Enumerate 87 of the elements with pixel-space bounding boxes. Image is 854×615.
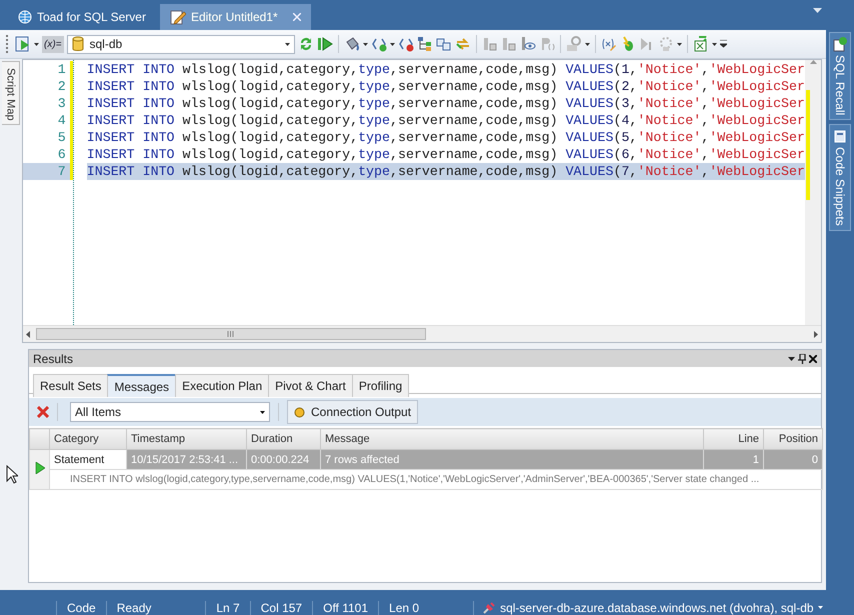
script-map-tab[interactable]: Script Map bbox=[2, 61, 20, 125]
overflow-icon[interactable] bbox=[720, 40, 726, 48]
left-arrow-icon[interactable] bbox=[26, 330, 30, 338]
database-icon bbox=[72, 36, 84, 52]
up-arrow-icon[interactable] bbox=[810, 60, 816, 64]
caret-icon[interactable] bbox=[584, 42, 590, 46]
line-number: 3 bbox=[56, 95, 67, 112]
caret-icon[interactable] bbox=[788, 356, 795, 360]
panel-title: Results bbox=[33, 352, 74, 366]
line-number: 4 bbox=[56, 112, 67, 129]
column-header[interactable]: Position bbox=[764, 428, 822, 450]
results-tab[interactable]: Pivot & Chart bbox=[268, 374, 353, 397]
variable-pencil-icon[interactable] bbox=[600, 36, 616, 52]
side-panel-tab[interactable]: SQL Recall bbox=[829, 32, 851, 120]
status-text: Len 0 bbox=[378, 600, 430, 614]
play-document-icon[interactable] bbox=[15, 36, 31, 52]
mouse-cursor-icon bbox=[6, 465, 18, 484]
line-number: 1 bbox=[56, 61, 67, 78]
pin-icon[interactable] bbox=[798, 354, 806, 364]
statement-text: INSERT INTO wlslog(logid,category,type,servername,code,msg) VALUES(1,'Notice','WebLogicServer','AdminServer','BEA-000365','Server state changed ... bbox=[50, 470, 822, 490]
results-tab[interactable]: Messages bbox=[107, 374, 176, 397]
brackets-minus-icon[interactable] bbox=[398, 36, 414, 52]
connection-select[interactable]: sql-db bbox=[66, 34, 294, 54]
code-line: INSERT INTO wlslog(logid,category,type,servername,code,msg) VALUES(1,'Notice','WebLogicSer bbox=[86, 61, 805, 78]
results-tab[interactable]: Profiling bbox=[352, 374, 410, 397]
close-icon[interactable] bbox=[809, 354, 817, 362]
right-arrow-icon[interactable] bbox=[814, 330, 818, 338]
circle-icon bbox=[294, 406, 305, 418]
play-icon[interactable] bbox=[34, 462, 44, 474]
caret-icon[interactable] bbox=[34, 42, 39, 46]
side-panel-tab[interactable]: Code Snippets bbox=[829, 124, 851, 231]
code-line: INSERT INTO wlslog(logid,category,type,servername,code,msg) VALUES(3,'Notice','WebLogicSer bbox=[86, 95, 805, 112]
brackets-plus-icon[interactable] bbox=[370, 36, 386, 52]
table-cell: 10/15/2017 2:53:41 ... bbox=[126, 450, 246, 470]
connection-output-button[interactable]: Connection Output bbox=[287, 400, 418, 424]
cubes-icon[interactable] bbox=[436, 36, 452, 52]
line-number: 6 bbox=[56, 146, 67, 163]
code-line: INSERT INTO wlslog(logid,category,type,servername,code,msg) VALUES(5,'Notice','WebLogicSer bbox=[86, 129, 805, 146]
document-icon bbox=[833, 37, 847, 52]
status-text: Col 157 bbox=[250, 600, 312, 614]
plug-icon bbox=[482, 600, 496, 614]
grip-icon bbox=[227, 331, 234, 337]
caret-icon[interactable] bbox=[390, 42, 394, 46]
table-cell: 0 bbox=[764, 450, 822, 470]
table-cell: 0:00:00.224 bbox=[246, 450, 320, 470]
column-header[interactable]: Message bbox=[320, 428, 704, 450]
window-tab[interactable]: Toad for SQL Server bbox=[8, 4, 156, 30]
results-tab[interactable]: Result Sets bbox=[33, 374, 108, 397]
code-line: INSERT INTO wlslog(logid,category,type,servername,code,msg) VALUES(6,'Notice','WebLogicSer bbox=[86, 146, 805, 163]
vertical-scrollbar[interactable] bbox=[805, 60, 821, 325]
code-line: INSERT INTO wlslog(logid,category,type,servername,code,msg) VALUES(2,'Notice','WebLogicSer bbox=[86, 78, 805, 95]
status-text: Code bbox=[56, 600, 106, 614]
caret-icon[interactable] bbox=[676, 42, 682, 46]
line-number: 2 bbox=[56, 78, 67, 95]
eye-icon[interactable] bbox=[520, 36, 536, 52]
status-text: Ln 7 bbox=[205, 600, 250, 614]
column-header[interactable]: Line bbox=[704, 428, 764, 450]
play-icon[interactable] bbox=[316, 36, 332, 52]
column-header[interactable]: Timestamp bbox=[126, 428, 246, 450]
globe-icon bbox=[18, 10, 32, 24]
caret-icon[interactable] bbox=[712, 42, 716, 46]
horizontal-scrollbar[interactable] bbox=[22, 325, 821, 342]
table-cell: 1 bbox=[704, 450, 764, 470]
caret-icon[interactable] bbox=[284, 42, 290, 46]
code-line: INSERT INTO wlslog(logid,category,type,servername,code,msg) VALUES(4,'Notice','WebLogicSer bbox=[86, 112, 805, 129]
line-number: 7 bbox=[22, 163, 70, 180]
results-tab[interactable]: Execution Plan bbox=[175, 374, 270, 397]
variables-toggle[interactable]: (x)= bbox=[42, 36, 64, 52]
delete-icon[interactable] bbox=[37, 406, 49, 418]
column-header[interactable]: Category bbox=[50, 428, 126, 450]
caret-icon[interactable] bbox=[260, 410, 265, 414]
pencil-document-icon bbox=[170, 9, 186, 25]
tree-icon[interactable] bbox=[416, 36, 432, 52]
table-cell: 7 rows affected bbox=[320, 450, 704, 470]
swap-arrows-icon[interactable] bbox=[454, 36, 470, 52]
status-text: Ready bbox=[106, 600, 162, 614]
line-number: 5 bbox=[56, 129, 67, 146]
connection-status[interactable]: sql-server-db-azure.database.windows.net (dvohra), sql-db bbox=[500, 600, 814, 614]
status-text: Off 1101 bbox=[312, 600, 378, 614]
caret-icon[interactable] bbox=[362, 42, 368, 46]
notebook-icon bbox=[833, 129, 847, 144]
filter-select[interactable]: All Items bbox=[70, 402, 270, 422]
code-editor[interactable] bbox=[22, 59, 822, 343]
scrollbar-thumb[interactable] bbox=[36, 328, 426, 340]
table-cell: Statement bbox=[50, 450, 126, 470]
column-header[interactable]: Duration bbox=[246, 428, 320, 450]
export-sheet-icon[interactable] bbox=[692, 36, 708, 52]
